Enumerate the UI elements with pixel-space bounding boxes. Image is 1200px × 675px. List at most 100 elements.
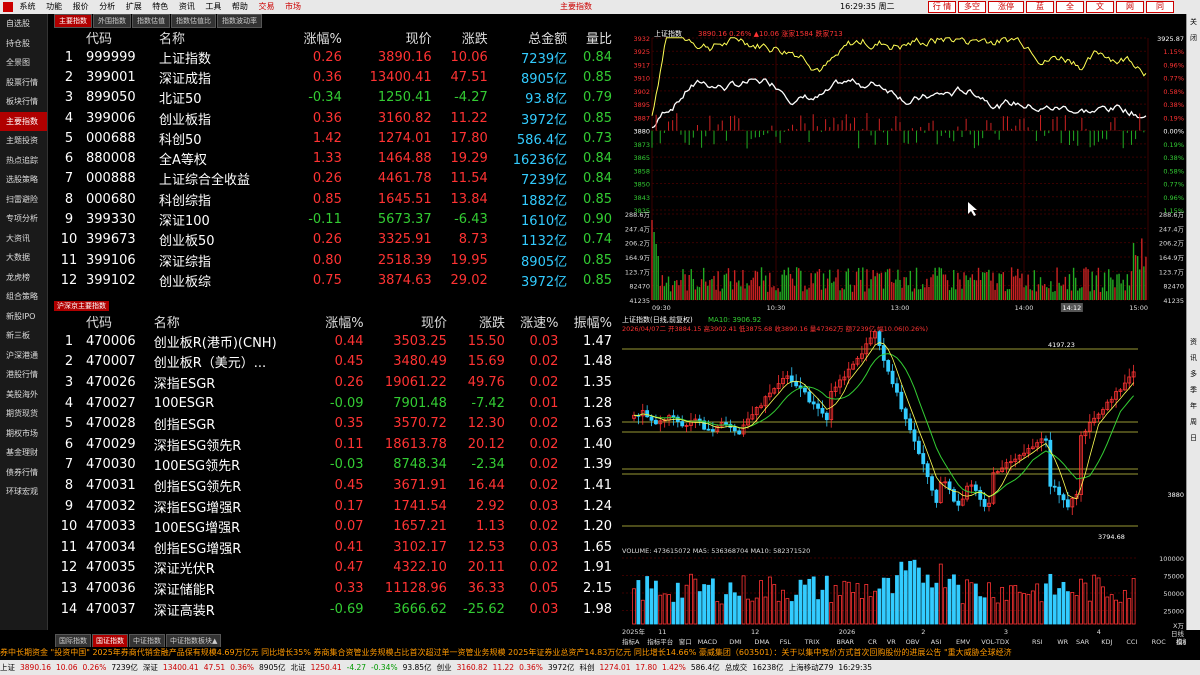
column-header[interactable]: 现价 — [344, 28, 434, 47]
right-bar-item[interactable] — [1187, 286, 1200, 302]
indicator-tab[interactable]: VOL-TDX — [981, 638, 1010, 646]
nav-item[interactable]: 组合策略 — [0, 287, 47, 307]
right-bar-item[interactable]: 季 — [1187, 382, 1200, 398]
table-row[interactable]: 12 399102 创业板综 0.75 3874.63 29.02 3972亿 0.85 — [54, 270, 614, 290]
indicator-tab[interactable]: VR — [887, 638, 896, 646]
right-bar-item[interactable] — [1187, 78, 1200, 94]
web-button[interactable]: 网 — [1116, 1, 1144, 13]
nav-item[interactable]: 基金理财 — [0, 443, 47, 463]
indicator-tab[interactable]: SAR — [1076, 638, 1090, 646]
menu-analysis[interactable]: 分析 — [95, 0, 119, 14]
intraday-chart[interactable]: 上证指数 3890.16 0.26% ▲10.06 涨家1584 跌家713 393… — [618, 28, 1186, 312]
indicator-tab[interactable]: DMI — [729, 638, 742, 646]
text-button[interactable]: 文 — [1086, 1, 1114, 13]
indicator-tab[interactable]: 模板 — [1176, 637, 1186, 646]
indicator-tab[interactable]: DMA — [754, 638, 770, 646]
right-bar-item[interactable] — [1187, 174, 1200, 190]
right-bar-item[interactable] — [1187, 142, 1200, 158]
table-row[interactable]: 8 470031 创指ESG领先R 0.45 3671.91 16.44 0.02 1.41 — [54, 475, 614, 496]
nav-item[interactable]: 沪深港通 — [0, 346, 47, 366]
table-row[interactable]: 11 470034 创指ESG增强R 0.41 3102.17 12.53 0.03 1.65 — [54, 537, 614, 558]
tab-main-index[interactable]: 主要指数 — [54, 14, 92, 28]
column-header[interactable]: 代码 — [84, 28, 157, 47]
column-header[interactable]: 代码 — [84, 312, 152, 331]
nav-item[interactable]: 持仓股 — [0, 34, 47, 54]
menu-market[interactable]: 市场 — [281, 0, 305, 14]
column-header[interactable]: 量比 — [569, 28, 614, 47]
right-bar-item[interactable]: 资 — [1187, 334, 1200, 350]
column-header[interactable]: 振幅% — [560, 312, 614, 331]
nav-item[interactable]: 大数据 — [0, 248, 47, 268]
table-row[interactable]: 4 470027 100ESGR -0.09 7901.48 -7.42 0.01 1.28 — [54, 393, 614, 414]
column-header[interactable]: 涨跌 — [449, 312, 507, 331]
nav-item[interactable]: 主要指数 — [0, 111, 47, 131]
indicator-tab[interactable]: CCI — [1126, 638, 1137, 646]
right-bar-item[interactable] — [1187, 126, 1200, 142]
right-bar-item[interactable] — [1187, 110, 1200, 126]
long-short-button[interactable]: 多空 — [958, 1, 986, 13]
tab-zhongzheng-sector[interactable]: 中证指数板块▲ — [166, 634, 222, 648]
table-row[interactable]: 5 470028 创指ESGR 0.35 3570.72 12.30 0.02 1.63 — [54, 413, 614, 434]
indicator-tab[interactable]: RSI — [1032, 638, 1043, 646]
right-bar-item[interactable] — [1187, 94, 1200, 110]
indicator-tab[interactable]: KDJ — [1101, 638, 1112, 646]
right-bar-item[interactable] — [1187, 318, 1200, 334]
daily-kline-chart[interactable]: 上证指数(日线,前复权) MA10: 3906.922026/04/07二 开38… — [618, 314, 1186, 646]
nav-item[interactable]: 板块行情 — [0, 92, 47, 112]
sync-button[interactable]: 同 — [1146, 1, 1174, 13]
menu-news[interactable]: 资讯 — [175, 0, 199, 14]
column-header[interactable]: 涨速% — [507, 312, 561, 331]
table-row[interactable]: 7 000888 上证综合全收益 0.26 4461.78 11.54 7239亿 0.84 — [54, 169, 614, 189]
tab-guozheng-index[interactable]: 国证指数 — [92, 634, 128, 648]
nav-item[interactable]: 热点追踪 — [0, 151, 47, 171]
table-row[interactable]: 2 470007 创业板R（美元）... 0.45 3480.49 15.69 0.02 1.… — [54, 352, 614, 373]
column-header[interactable]: 现价 — [366, 312, 449, 331]
indicator-tab[interactable]: EMV — [956, 638, 971, 646]
limit-up-button[interactable]: 涨停 — [988, 1, 1024, 13]
full-button[interactable]: 全 — [1056, 1, 1084, 13]
table-row[interactable]: 3 470026 深指ESGR 0.26 19061.22 49.76 0.02 1.35 — [54, 372, 614, 393]
column-header[interactable]: 涨幅% — [312, 312, 366, 331]
indicator-tab[interactable]: 指标平台 — [647, 637, 673, 646]
indicator-tab[interactable]: ASI — [931, 638, 942, 646]
right-bar-item[interactable]: 讯 — [1187, 350, 1200, 366]
nav-item[interactable]: 美股海外 — [0, 385, 47, 405]
table-row[interactable]: 2 399001 深证成指 0.36 13400.41 47.51 8905亿 0.85 — [54, 67, 614, 87]
right-bar-item[interactable] — [1187, 206, 1200, 222]
menu-help[interactable]: 帮助 — [228, 0, 252, 14]
indicator-tab[interactable]: 指标A — [622, 637, 640, 646]
table-row[interactable]: 3 899050 北证50 -0.34 1250.41 -4.27 93.8亿 0.79 — [54, 88, 614, 108]
right-bar-item[interactable]: 多 — [1187, 366, 1200, 382]
right-bar-item[interactable]: 年 — [1187, 398, 1200, 414]
menu-quote[interactable]: 报价 — [69, 0, 93, 14]
table-row[interactable]: 14 470037 深证高装R -0.69 3666.62 -25.62 0.03 1.98 — [54, 599, 614, 620]
nav-item[interactable]: 债券行情 — [0, 463, 47, 483]
tab-zhongzheng-index[interactable]: 中证指数 — [129, 634, 165, 648]
indicator-tab[interactable]: FSL — [780, 638, 792, 646]
column-header[interactable]: 总金额 — [490, 28, 569, 47]
blue-button[interactable]: 蓝 — [1026, 1, 1054, 13]
column-header[interactable] — [54, 312, 84, 331]
indicator-tab[interactable]: ROC — [1152, 638, 1167, 646]
table-row[interactable]: 9 470032 深指ESG增强R 0.17 1741.54 2.92 0.03 1.24 — [54, 496, 614, 517]
right-bar-item[interactable]: 日 — [1187, 430, 1200, 446]
right-bar-item[interactable] — [1187, 446, 1200, 462]
tab-index-valuation[interactable]: 指数估值 — [132, 14, 170, 28]
nav-item[interactable]: 自选股 — [0, 14, 47, 34]
right-bar-item[interactable] — [1187, 302, 1200, 318]
table-row[interactable]: 11 399106 深证综指 0.80 2518.39 19.95 8905亿 0.85 — [54, 250, 614, 270]
nav-item[interactable]: 新三板 — [0, 326, 47, 346]
nav-item[interactable]: 全景图 — [0, 53, 47, 73]
nav-item[interactable]: 大资讯 — [0, 229, 47, 249]
right-bar-item[interactable]: 关闭 — [1187, 14, 1200, 42]
right-bar-item[interactable] — [1187, 254, 1200, 270]
nav-item[interactable]: 主题投资 — [0, 131, 47, 151]
column-header[interactable]: 名称 — [157, 28, 286, 47]
menu-tools[interactable]: 工具 — [201, 0, 225, 14]
table-row[interactable]: 10 470033 100ESG增强R 0.07 1657.21 1.13 0.02 1.20 — [54, 516, 614, 537]
nav-item[interactable]: 专项分析 — [0, 209, 47, 229]
table-row[interactable]: 6 880008 全A等权 1.33 1464.88 19.29 16236亿 0.84 — [54, 148, 614, 168]
nav-item[interactable]: 股票行情 — [0, 73, 47, 93]
table-row[interactable]: 10 399673 创业板50 0.26 3325.91 8.73 1132亿 0.74 — [54, 230, 614, 250]
indicator-tab[interactable]: TRIX — [804, 638, 820, 646]
